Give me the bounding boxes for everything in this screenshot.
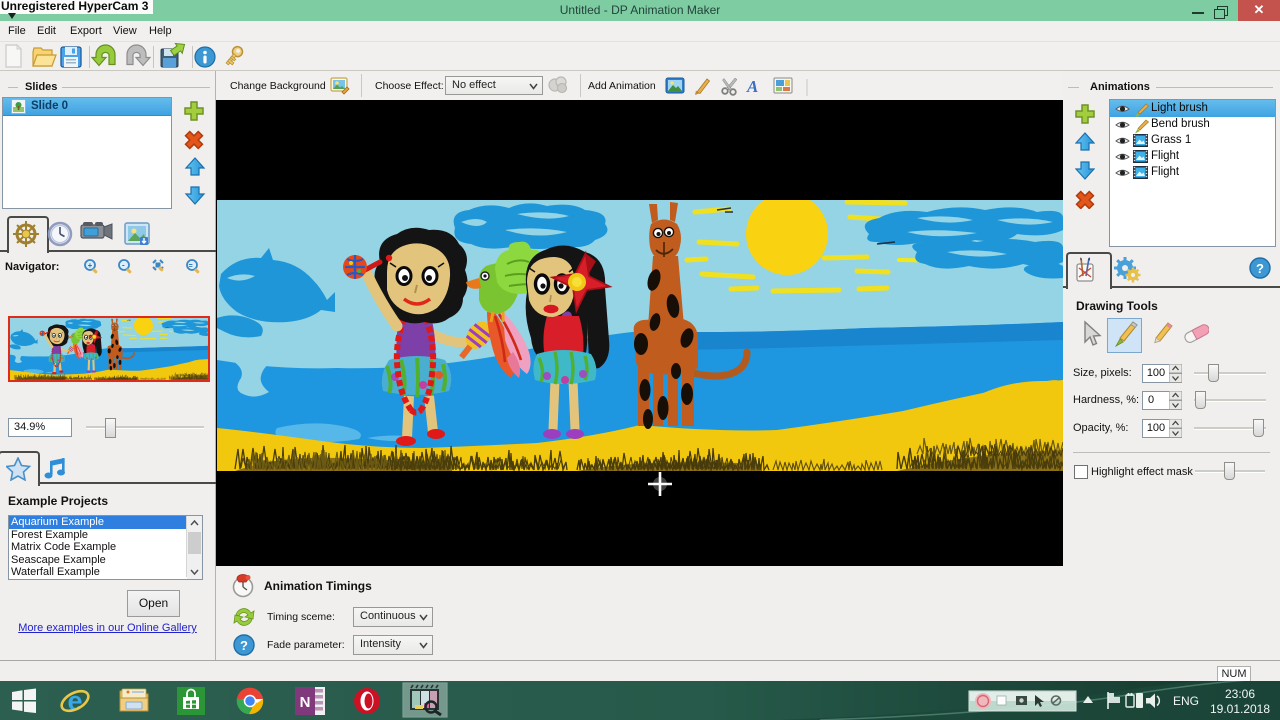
svg-text:?: ? <box>1256 261 1264 276</box>
svg-text:+: + <box>88 261 93 270</box>
svg-text:23:06: 23:06 <box>1225 687 1255 701</box>
svg-text:?: ? <box>240 638 248 653</box>
svg-text:ENG: ENG <box>1173 694 1199 708</box>
svg-text:A: A <box>746 77 758 96</box>
svg-text:-: - <box>122 261 125 270</box>
svg-text:19.01.2018: 19.01.2018 <box>1210 702 1270 716</box>
svg-text:N: N <box>300 694 311 711</box>
svg-text:=: = <box>189 263 193 270</box>
